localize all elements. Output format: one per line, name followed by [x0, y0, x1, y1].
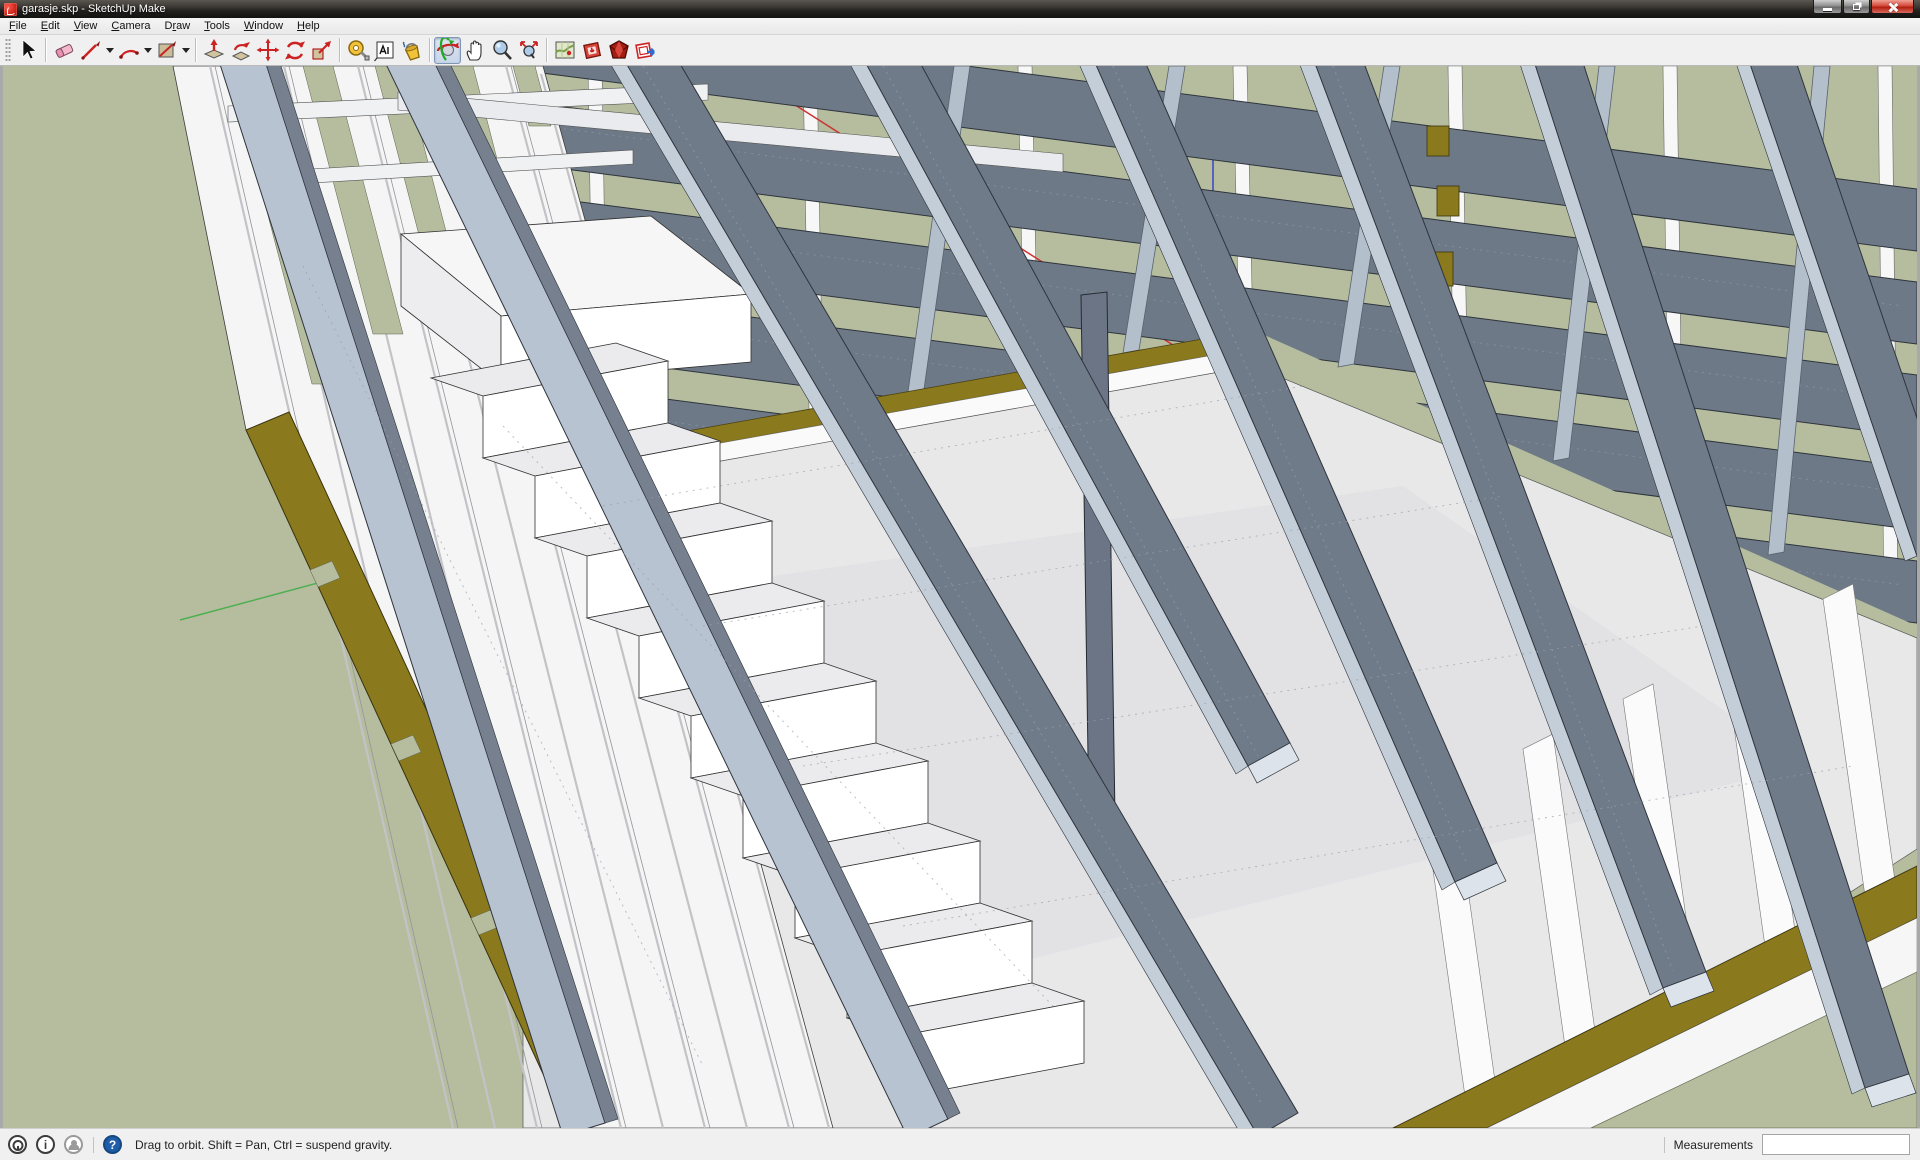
- viewport-3d[interactable]: [0, 66, 1920, 1128]
- rotate-tool-button[interactable]: [281, 37, 308, 64]
- scale-tool-button[interactable]: [308, 37, 335, 64]
- shapes-icon: [155, 38, 179, 62]
- restore-button[interactable]: [1843, 0, 1870, 14]
- geolocation-icon[interactable]: [8, 1135, 27, 1154]
- restore-icon: [1853, 4, 1860, 10]
- pan-icon: [463, 38, 487, 62]
- attribution-icon[interactable]: i: [36, 1135, 55, 1154]
- toolbar-grip[interactable]: [5, 38, 11, 62]
- move-tool-button[interactable]: [254, 37, 281, 64]
- zoom-extents-tool-button[interactable]: [515, 37, 542, 64]
- window-controls: [1812, 0, 1914, 14]
- measurements-label: Measurements: [1674, 1138, 1753, 1152]
- help-icon[interactable]: ?: [103, 1135, 122, 1154]
- menu-draw[interactable]: Draw: [158, 19, 198, 33]
- line-icon: [79, 38, 103, 62]
- sign-in-icon[interactable]: [64, 1135, 83, 1154]
- tape-measure-tool-button[interactable]: [344, 37, 371, 64]
- toolbar-separator: [429, 38, 430, 62]
- toolbar-separator: [546, 38, 547, 62]
- shapes-dropdown-button[interactable]: [180, 37, 191, 64]
- share-model-tool-button[interactable]: [632, 37, 659, 64]
- follow-me-icon: [229, 38, 253, 62]
- toolbar-separator: [339, 38, 340, 62]
- arcs-tool-button[interactable]: [115, 37, 142, 64]
- orbit-tool-button[interactable]: [434, 37, 461, 64]
- toolbar-separator: [45, 38, 46, 62]
- window-title: garasje.skp - SketchUp Make: [22, 3, 166, 15]
- minimize-button[interactable]: [1813, 0, 1842, 14]
- minimize-icon: [1823, 8, 1832, 11]
- zoom-icon: [490, 38, 514, 62]
- title-bar: garasje.skp - SketchUp Make: [0, 0, 1920, 18]
- chevron-down-icon: [144, 48, 152, 53]
- paint-bucket-tool-button[interactable]: [398, 37, 425, 64]
- menu-edit[interactable]: Edit: [34, 19, 67, 33]
- follow-me-tool-button[interactable]: [227, 37, 254, 64]
- line-tool-button[interactable]: [77, 37, 104, 64]
- menu-tools[interactable]: Tools: [197, 19, 237, 33]
- menu-window[interactable]: Window: [237, 19, 290, 33]
- status-separator: [93, 1137, 94, 1153]
- extension-warehouse-tool-button[interactable]: [605, 37, 632, 64]
- shapes-tool-button[interactable]: [153, 37, 180, 64]
- extension-warehouse-icon: [607, 38, 631, 62]
- move-icon: [256, 38, 280, 62]
- menu-file[interactable]: File: [2, 19, 34, 33]
- add-location-icon: [553, 38, 577, 62]
- arcs-icon: [117, 38, 141, 62]
- toolbar-separator: [195, 38, 196, 62]
- chevron-down-icon: [106, 48, 114, 53]
- text-tool-button[interactable]: [371, 37, 398, 64]
- eraser-icon: [52, 38, 76, 62]
- scale-icon: [310, 38, 334, 62]
- tape-measure-icon: [346, 38, 370, 62]
- arcs-dropdown-button[interactable]: [142, 37, 153, 64]
- pan-tool-button[interactable]: [461, 37, 488, 64]
- add-location-tool-button[interactable]: [551, 37, 578, 64]
- toolbar: [0, 35, 1920, 66]
- menu-view[interactable]: View: [67, 19, 105, 33]
- model-scene: [3, 66, 1917, 1128]
- menu-bar: FileEditViewCameraDrawToolsWindowHelp: [0, 18, 1920, 35]
- zoom-extents-icon: [517, 38, 541, 62]
- push-pull-icon: [202, 38, 226, 62]
- get-models-tool-button[interactable]: [578, 37, 605, 64]
- chevron-down-icon: [182, 48, 190, 53]
- get-models-icon: [580, 38, 604, 62]
- measurements-input[interactable]: [1762, 1134, 1910, 1155]
- rotate-icon: [283, 38, 307, 62]
- select-icon: [16, 38, 40, 62]
- orbit-icon: [436, 38, 460, 62]
- zoom-tool-button[interactable]: [488, 37, 515, 64]
- status-bar: i ? Drag to orbit. Shift = Pan, Ctrl = s…: [0, 1128, 1920, 1160]
- sketchup-app-icon: [4, 3, 17, 16]
- close-button[interactable]: [1871, 0, 1914, 14]
- close-icon: [1888, 2, 1898, 12]
- share-model-icon: [634, 38, 658, 62]
- text-icon: [373, 38, 397, 62]
- menu-camera[interactable]: Camera: [104, 19, 157, 33]
- status-message: Drag to orbit. Shift = Pan, Ctrl = suspe…: [135, 1138, 392, 1152]
- line-dropdown-button[interactable]: [104, 37, 115, 64]
- select-tool-button[interactable]: [14, 37, 41, 64]
- eraser-tool-button[interactable]: [50, 37, 77, 64]
- measurements-separator: [1664, 1137, 1665, 1153]
- push-pull-tool-button[interactable]: [200, 37, 227, 64]
- menu-help[interactable]: Help: [290, 19, 327, 33]
- paint-bucket-icon: [400, 38, 424, 62]
